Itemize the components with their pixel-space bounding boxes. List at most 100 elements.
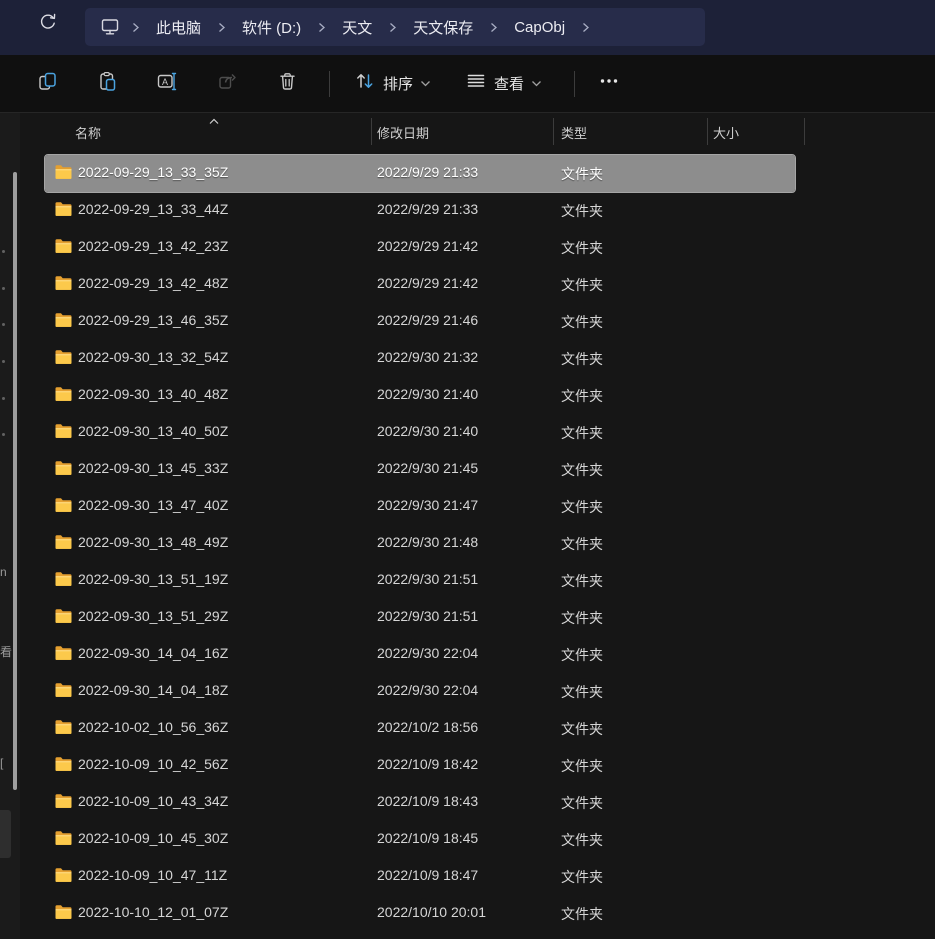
breadcrumb-capobj[interactable]: CapObj xyxy=(504,15,575,40)
file-type: 文件夹 xyxy=(561,164,603,184)
table-row[interactable]: 2022-09-29_13_42_48Z 2022/9/29 21:42 文件夹 xyxy=(45,266,795,303)
breadcrumb-this-pc[interactable]: 此电脑 xyxy=(146,13,211,42)
file-name: 2022-10-10_12_01_07Z xyxy=(78,904,228,920)
file-date-modified: 2022/9/30 21:40 xyxy=(377,386,478,402)
file-type: 文件夹 xyxy=(561,719,603,739)
column-resize-handle[interactable] xyxy=(804,118,805,145)
tree-item-dot xyxy=(2,250,5,253)
breadcrumb-chevron-icon xyxy=(211,22,232,33)
file-name: 2022-09-29_13_42_48Z xyxy=(78,275,228,291)
tree-item-text-fragment: [ xyxy=(0,756,12,770)
folder-icon xyxy=(54,460,73,481)
table-row[interactable]: 2022-09-30_13_48_49Z 2022/9/30 21:48 文件夹 xyxy=(45,525,795,562)
file-name: 2022-09-29_13_42_23Z xyxy=(78,238,228,254)
file-name: 2022-10-09_10_45_30Z xyxy=(78,830,228,846)
tree-item-dot xyxy=(2,323,5,326)
table-row[interactable]: 2022-10-09_10_47_11Z 2022/10/9 18:47 文件夹 xyxy=(45,858,795,895)
file-type: 文件夹 xyxy=(561,238,603,258)
folder-icon xyxy=(54,275,73,296)
table-row[interactable]: 2022-09-29_13_46_35Z 2022/9/29 21:46 文件夹 xyxy=(45,303,795,340)
table-row[interactable]: 2022-09-30_13_51_19Z 2022/9/30 21:51 文件夹 xyxy=(45,562,795,599)
column-resize-handle[interactable] xyxy=(371,118,372,145)
file-date-modified: 2022/9/29 21:46 xyxy=(377,312,478,328)
column-resize-handle[interactable] xyxy=(707,118,708,145)
file-name: 2022-10-02_10_56_36Z xyxy=(78,719,228,735)
table-row[interactable]: 2022-09-29_13_42_23Z 2022/9/29 21:42 文件夹 xyxy=(45,229,795,266)
table-row[interactable]: 2022-10-10_12_01_07Z 2022/10/10 20:01 文件… xyxy=(45,895,795,932)
dropdown-chevron-icon xyxy=(420,75,431,93)
tree-item-text-fragment: n xyxy=(0,565,12,579)
table-row[interactable]: 2022-09-30_14_04_16Z 2022/9/30 22:04 文件夹 xyxy=(45,636,795,673)
rename-icon: A xyxy=(156,71,178,97)
file-date-modified: 2022/9/29 21:42 xyxy=(377,238,478,254)
file-name: 2022-09-30_13_48_49Z xyxy=(78,534,228,550)
file-date-modified: 2022/10/10 20:01 xyxy=(377,904,486,920)
file-date-modified: 2022/9/30 22:04 xyxy=(377,645,478,661)
tree-item-dot xyxy=(2,433,5,436)
tree-item-text-fragment: 看 xyxy=(0,643,12,660)
table-row[interactable]: 2022-09-30_13_40_50Z 2022/9/30 21:40 文件夹 xyxy=(45,414,795,451)
breadcrumb-chevron-icon xyxy=(382,22,403,33)
breadcrumb-chevron-icon[interactable] xyxy=(575,22,596,33)
column-header-name[interactable]: 名称 xyxy=(75,123,101,142)
view-label: 查看 xyxy=(494,73,524,94)
paste-button[interactable] xyxy=(87,64,127,104)
tree-selected-item-clipped[interactable] xyxy=(0,810,11,858)
table-row[interactable]: 2022-09-29_13_33_44Z 2022/9/29 21:33 文件夹 xyxy=(45,192,795,229)
column-header-size[interactable]: 大小 xyxy=(713,123,739,142)
table-row[interactable]: 2022-09-30_14_04_18Z 2022/9/30 22:04 文件夹 xyxy=(45,673,795,710)
table-row[interactable]: 2022-09-30_13_40_48Z 2022/9/30 21:40 文件夹 xyxy=(45,377,795,414)
rename-button[interactable]: A xyxy=(147,64,187,104)
folder-icon xyxy=(54,423,73,444)
file-date-modified: 2022/9/30 21:45 xyxy=(377,460,478,476)
delete-button[interactable] xyxy=(267,64,307,104)
folder-icon xyxy=(54,534,73,555)
sort-icon xyxy=(354,70,376,97)
more-options-button[interactable] xyxy=(589,64,629,104)
column-sort-indicator-icon xyxy=(208,112,220,130)
refresh-button[interactable] xyxy=(32,8,64,40)
sort-button[interactable]: 排序 xyxy=(344,62,441,105)
breadcrumb-tianwen-baocun[interactable]: 天文保存 xyxy=(403,13,483,42)
share-icon xyxy=(217,71,238,97)
copy-button[interactable] xyxy=(27,64,67,104)
column-header-type[interactable]: 类型 xyxy=(561,123,587,142)
table-row[interactable]: 2022-10-09_10_42_56Z 2022/10/9 18:42 文件夹 xyxy=(45,747,795,784)
table-row[interactable]: 2022-09-30_13_47_40Z 2022/9/30 21:47 文件夹 xyxy=(45,488,795,525)
file-date-modified: 2022/9/30 21:51 xyxy=(377,608,478,624)
sort-label: 排序 xyxy=(383,73,413,94)
file-date-modified: 2022/10/9 18:45 xyxy=(377,830,478,846)
view-button[interactable]: 查看 xyxy=(455,63,552,104)
folder-icon xyxy=(54,719,73,740)
table-row[interactable]: 2022-09-30_13_51_29Z 2022/9/30 21:51 文件夹 xyxy=(45,599,795,636)
file-type: 文件夹 xyxy=(561,904,603,924)
address-breadcrumb-field[interactable]: 此电脑 软件 (D:) 天文 天文保存 CapObj xyxy=(85,8,705,46)
file-type: 文件夹 xyxy=(561,645,603,665)
folder-icon xyxy=(54,904,73,925)
dropdown-chevron-icon xyxy=(531,75,542,93)
share-button[interactable] xyxy=(207,64,247,104)
file-date-modified: 2022/10/2 18:56 xyxy=(377,719,478,735)
table-row[interactable]: 2022-09-30_13_32_54Z 2022/9/30 21:32 文件夹 xyxy=(45,340,795,377)
column-resize-handle[interactable] xyxy=(553,118,554,145)
navigation-scrollbar[interactable] xyxy=(13,172,17,790)
table-row[interactable]: 2022-10-09_10_43_34Z 2022/10/9 18:43 文件夹 xyxy=(45,784,795,821)
table-row[interactable]: 2022-10-02_10_56_36Z 2022/10/2 18:56 文件夹 xyxy=(45,710,795,747)
table-row[interactable]: 2022-09-30_13_45_33Z 2022/9/30 21:45 文件夹 xyxy=(45,451,795,488)
file-date-modified: 2022/9/29 21:33 xyxy=(377,164,478,180)
command-toolbar: A xyxy=(0,55,935,113)
breadcrumb-tianwen[interactable]: 天文 xyxy=(332,13,382,42)
breadcrumb-drive-d[interactable]: 软件 (D:) xyxy=(232,13,311,42)
column-header-date-modified[interactable]: 修改日期 xyxy=(377,123,429,142)
folder-icon xyxy=(54,608,73,629)
folder-icon xyxy=(54,571,73,592)
file-name: 2022-09-30_13_51_19Z xyxy=(78,571,228,587)
folder-icon xyxy=(54,312,73,333)
file-date-modified: 2022/10/9 18:43 xyxy=(377,793,478,809)
file-date-modified: 2022/9/30 21:47 xyxy=(377,497,478,513)
table-row[interactable]: 2022-10-09_10_45_30Z 2022/10/9 18:45 文件夹 xyxy=(45,821,795,858)
file-name: 2022-09-30_13_40_48Z xyxy=(78,386,228,402)
table-row[interactable]: 2022-09-29_13_33_35Z 2022/9/29 21:33 文件夹 xyxy=(45,155,795,192)
toolbar-separator xyxy=(574,71,575,97)
file-type: 文件夹 xyxy=(561,571,603,591)
